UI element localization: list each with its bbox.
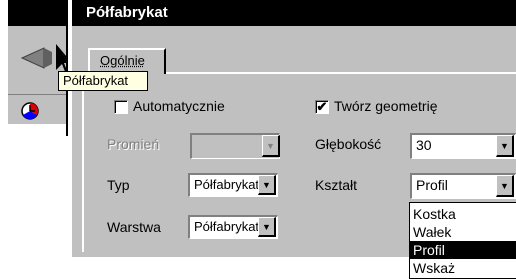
dialog-title: Półfabrykat: [72, 0, 516, 26]
auto-checkbox[interactable]: [114, 100, 128, 114]
down-triangle-icon: ▼: [266, 141, 275, 151]
shape-option-profil[interactable]: Profil: [410, 241, 516, 259]
shape-option-walek[interactable]: Wałek: [410, 223, 516, 241]
type-dropdown-button[interactable]: ▼: [258, 175, 276, 195]
depth-label: Głębokość: [315, 136, 382, 152]
toolbar-header: [8, 0, 68, 26]
down-triangle-icon: ▼: [262, 180, 271, 190]
down-triangle-icon: ▼: [500, 141, 509, 151]
checkmark-icon: ✔: [316, 99, 328, 114]
shape-option-wskaz[interactable]: Wskaż: [410, 259, 516, 277]
radius-label: Promień: [107, 136, 160, 152]
tab-general-label: Ogólnie: [100, 53, 145, 68]
depth-dropdown-button[interactable]: ▼: [496, 135, 514, 157]
shape-dropdown-list: Kostka Wałek Profil Wskaż: [409, 202, 516, 279]
down-triangle-icon: ▼: [500, 181, 509, 191]
auto-checkbox-label: Automatycznie: [133, 98, 225, 114]
type-label: Typ: [107, 177, 130, 193]
shape-option-kostka[interactable]: Kostka: [410, 205, 516, 223]
background-area: [72, 257, 409, 279]
shape-dropdown-button[interactable]: ▼: [496, 175, 514, 197]
create-geometry-checkbox[interactable]: ✔: [315, 100, 329, 114]
toolbar-button-clock[interactable]: [8, 94, 68, 124]
create-geometry-label: Twórz geometrię: [334, 98, 438, 114]
down-triangle-icon: ▼: [262, 222, 271, 232]
layer-dropdown-button[interactable]: ▼: [258, 217, 276, 237]
layer-label: Warstwa: [107, 219, 161, 235]
clock-icon: [21, 102, 39, 120]
radius-dropdown-button[interactable]: ▼: [262, 135, 280, 157]
tooltip: Półfabrykat: [58, 71, 148, 91]
shape-label: Kształt: [315, 177, 358, 193]
